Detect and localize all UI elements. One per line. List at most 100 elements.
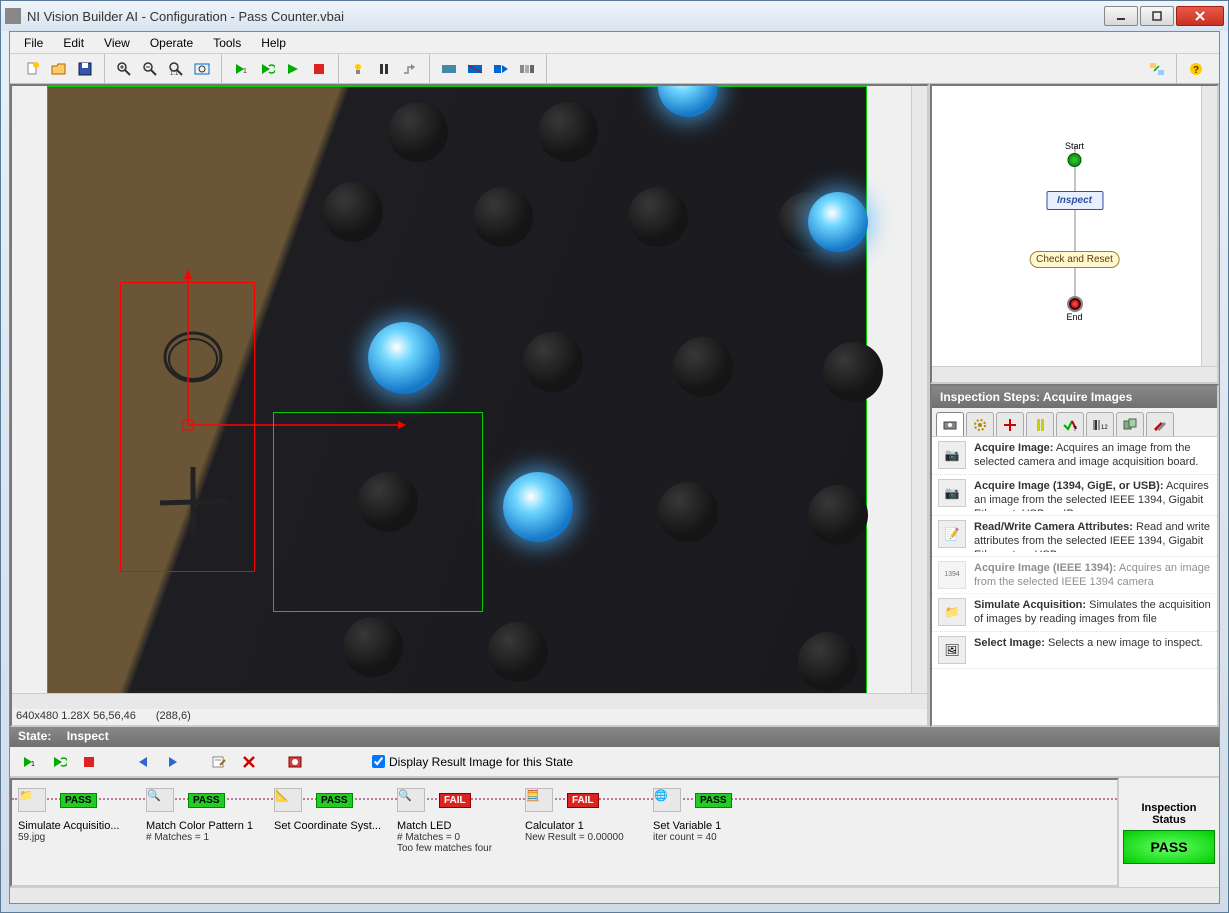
pattern-icon: 🔍 (146, 788, 174, 812)
menu-file[interactable]: File (14, 34, 53, 52)
seq-delete-button[interactable] (238, 751, 260, 773)
minimize-button[interactable] (1104, 6, 1138, 26)
zoom-1to1-button[interactable]: 1:1 (165, 58, 187, 80)
image-viewer[interactable] (12, 86, 911, 693)
roi-green (273, 412, 483, 612)
menu-edit[interactable]: Edit (53, 34, 94, 52)
image-vertical-scrollbar[interactable] (911, 86, 927, 693)
seq-prev-button[interactable] (132, 751, 154, 773)
help-button[interactable]: ? (1185, 58, 1207, 80)
display-result-input[interactable] (372, 755, 385, 768)
state-horizontal-scrollbar[interactable] (932, 366, 1217, 382)
run-loop-button[interactable] (256, 58, 278, 80)
led-off (343, 617, 403, 677)
sequence-strip: 📁PASS Simulate Acquisitio... 59.jpg 🔍 PAS… (10, 777, 1219, 887)
state-value: Inspect (67, 729, 109, 743)
tab-measure-features[interactable] (1026, 412, 1054, 436)
new-button[interactable] (22, 58, 44, 80)
seq-step-simulate-acquisition[interactable]: 📁PASS Simulate Acquisitio... 59.jpg (18, 786, 138, 879)
save-button[interactable] (74, 58, 96, 80)
led-on (503, 472, 573, 542)
tab-locate-features[interactable] (996, 412, 1024, 436)
palette-1-button[interactable] (438, 58, 460, 80)
step-item[interactable]: 📷Acquire Image (1394, GigE, or USB): Acq… (932, 475, 1217, 516)
tab-additional-tools[interactable] (1146, 412, 1174, 436)
seq-step-set-variable[interactable]: 🌐PASS Set Variable 1 iter count = 40 (653, 786, 773, 879)
state-diagram-panel[interactable]: Start Inspect Check and Reset End (930, 84, 1219, 384)
step-item[interactable]: 📷Acquire Image: Acquires an image from t… (932, 437, 1217, 475)
palette-2-button[interactable] (464, 58, 486, 80)
seq-step-set-coordinate-system[interactable]: 📐PASS Set Coordinate Syst... (274, 786, 389, 879)
node-check-reset[interactable]: Check and Reset (1029, 251, 1120, 268)
run-once-button[interactable]: 1 (230, 58, 252, 80)
seq-next-button[interactable] (162, 751, 184, 773)
menu-view[interactable]: View (94, 34, 140, 52)
highlight-button[interactable] (347, 58, 369, 80)
seq-run-loop-button[interactable] (48, 751, 70, 773)
sequence-scroll[interactable]: 📁PASS Simulate Acquisitio... 59.jpg 🔍 PAS… (10, 778, 1119, 887)
zoom-fit-button[interactable] (191, 58, 213, 80)
palette-3-button[interactable] (490, 58, 512, 80)
image-horizontal-scrollbar[interactable] (12, 693, 927, 709)
svg-text:1: 1 (31, 761, 35, 768)
palette-4-button[interactable] (516, 58, 538, 80)
zoom-out-button[interactable] (139, 58, 161, 80)
menubar: File Edit View Operate Tools Help (10, 32, 1219, 54)
node-inspect[interactable]: Inspect (1046, 191, 1103, 210)
menu-help[interactable]: Help (251, 34, 296, 52)
camera-1394-icon: 1394 (938, 561, 966, 589)
led-on (808, 192, 868, 252)
seq-edit-button[interactable] (208, 751, 230, 773)
steps-list[interactable]: 📷Acquire Image: Acquires an image from t… (932, 437, 1217, 725)
seq-run-once-button[interactable]: 1 (18, 751, 40, 773)
display-result-checkbox[interactable]: Display Result Image for this State (372, 755, 573, 769)
led-off (388, 102, 448, 162)
maximize-button[interactable] (1140, 6, 1174, 26)
close-button[interactable] (1176, 6, 1224, 26)
tab-communicate[interactable] (1116, 412, 1144, 436)
app-icon (5, 8, 21, 24)
seq-overlay-button[interactable] (284, 751, 306, 773)
tab-identify[interactable]: 123 (1086, 412, 1114, 436)
window-controls (1104, 6, 1224, 26)
inspection-steps-panel: Inspection Steps: Acquire Images ? 123 📷… (930, 384, 1219, 727)
menu-operate[interactable]: Operate (140, 34, 203, 52)
seq-step-match-led[interactable]: 🔍FAIL Match LED # Matches = 0 Too few ma… (397, 786, 517, 879)
svg-text:1:1: 1:1 (170, 71, 179, 77)
status-badge: PASS (188, 793, 225, 808)
status-badge: PASS (316, 793, 353, 808)
svg-text:?: ? (1073, 426, 1077, 433)
tab-enhance-images[interactable] (966, 412, 994, 436)
svg-text:?: ? (1193, 65, 1199, 76)
seq-step-calculator[interactable]: 🧮FAIL Calculator 1 New Result = 0.00000 (525, 786, 645, 879)
tab-acquire-images[interactable] (936, 412, 964, 436)
menu-tools[interactable]: Tools (203, 34, 251, 52)
sequence-horizontal-scrollbar[interactable] (10, 887, 1219, 903)
status-badge: FAIL (567, 793, 599, 808)
led-off (823, 342, 883, 402)
step-item[interactable]: 📁Simulate Acquisition: Simulates the acq… (932, 594, 1217, 632)
step-button[interactable] (399, 58, 421, 80)
zoom-in-button[interactable] (113, 58, 135, 80)
step-item[interactable]: 🖼Select Image: Selects a new image to in… (932, 632, 1217, 669)
step-item[interactable]: 📝Read/Write Camera Attributes: Read and … (932, 516, 1217, 557)
toggle-view-button[interactable] (1146, 58, 1168, 80)
pause-button[interactable] (373, 58, 395, 80)
steps-header: Inspection Steps: Acquire Images (932, 386, 1217, 408)
acquire-icon: 📁 (18, 788, 46, 812)
step-item[interactable]: 1394Acquire Image (IEEE 1394): Acquires … (932, 557, 1217, 595)
tab-presence[interactable]: ? (1056, 412, 1084, 436)
led-off (488, 622, 548, 682)
seq-stop-button[interactable] (78, 751, 100, 773)
seq-step-match-color-pattern[interactable]: 🔍PASS Match Color Pattern 1 # Matches = … (146, 786, 266, 879)
open-button[interactable] (48, 58, 70, 80)
attributes-icon: 📝 (938, 520, 966, 548)
led-off (808, 485, 868, 545)
run-button[interactable] (282, 58, 304, 80)
svg-text:1: 1 (243, 68, 247, 75)
image-status-pos: (288,6) (156, 710, 191, 724)
led-off (323, 182, 383, 242)
coord-icon: 📐 (274, 788, 302, 812)
right-column: Start Inspect Check and Reset End (929, 84, 1219, 727)
stop-button[interactable] (308, 58, 330, 80)
